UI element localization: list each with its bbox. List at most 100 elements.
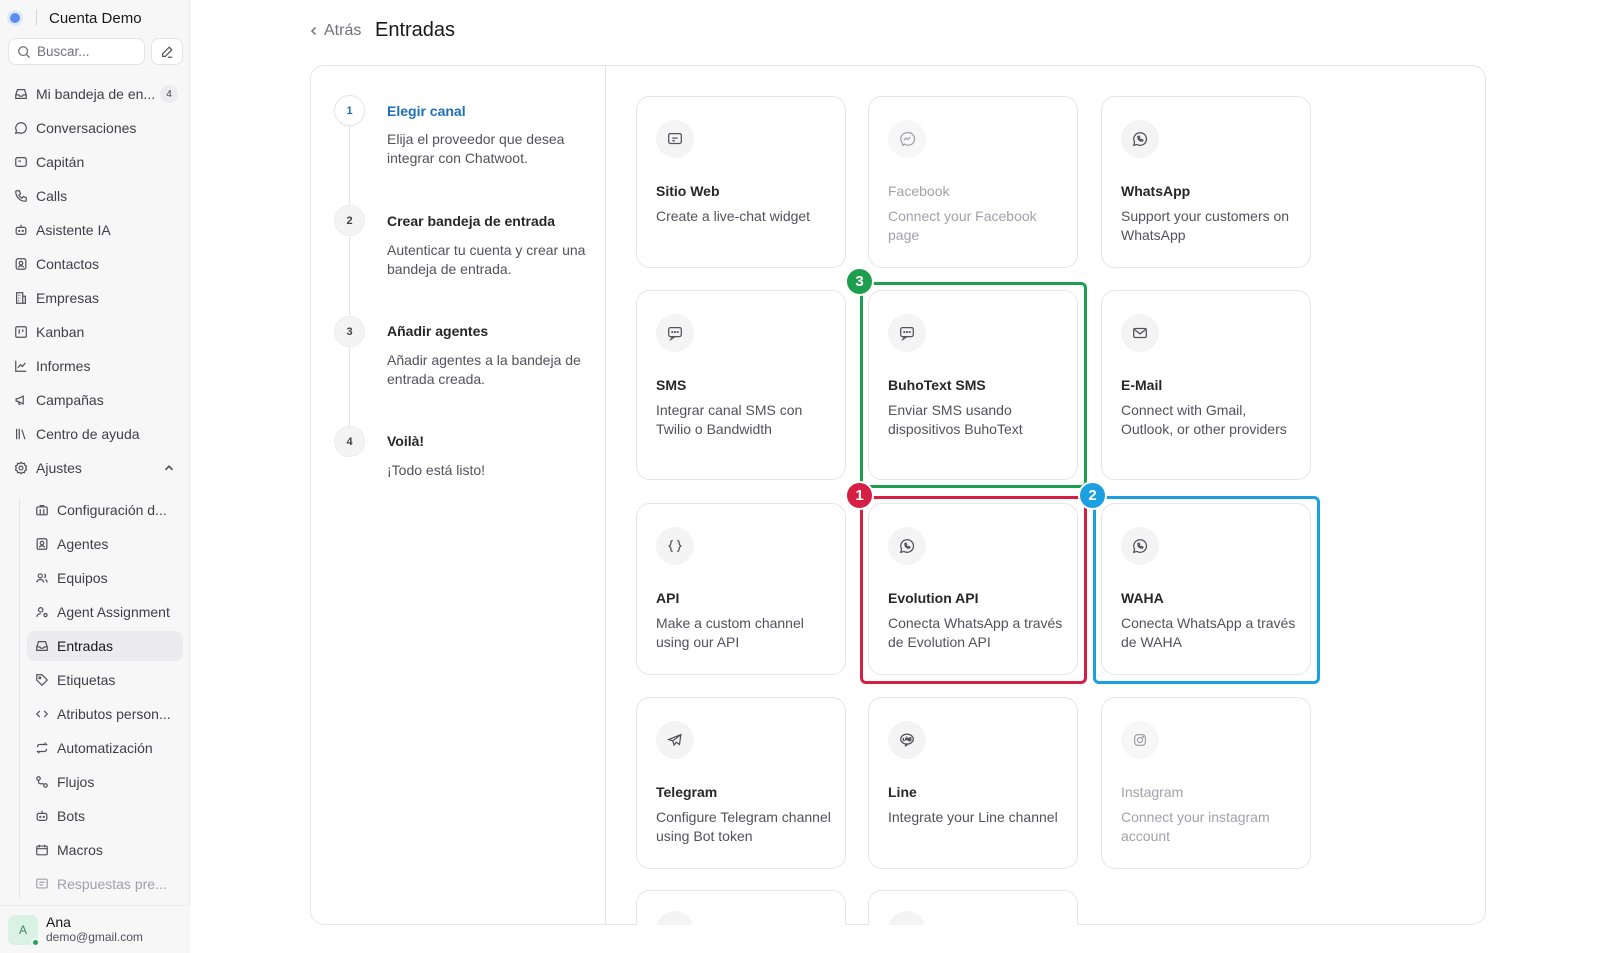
- channel-card-buhotext-sms[interactable]: BuhoText SMS Enviar SMS usando dispositi…: [868, 290, 1078, 480]
- back-button[interactable]: Atrás: [308, 22, 361, 40]
- channel-card-whatsapp[interactable]: WhatsApp Support your customers on Whats…: [1101, 96, 1311, 268]
- sidebar-item-agent-assignment[interactable]: Agent Assignment: [27, 597, 183, 627]
- step-title: Añadir agentes: [387, 323, 489, 339]
- sidebar-item-bots[interactable]: Bots: [27, 801, 183, 831]
- channel-card-facebook[interactable]: Facebook Connect your Facebook page: [868, 96, 1078, 268]
- channel-card-evolution-api[interactable]: Evolution API Conecta WhatsApp a través …: [868, 503, 1078, 675]
- canned-response-icon: [36, 878, 48, 889]
- sidebar-item-label: Flujos: [57, 774, 95, 790]
- channel-card-partial[interactable]: [636, 890, 846, 925]
- sidebar-item-label: Kanban: [36, 324, 85, 340]
- annotation-marker-1: 1: [845, 481, 874, 510]
- step-number: 4: [334, 426, 365, 457]
- channel-description: Make a custom channel using our API: [656, 615, 804, 650]
- sidebar-item-label: Mi bandeja de en...: [36, 86, 156, 102]
- sidebar-item-label: Macros: [57, 842, 103, 858]
- sidebar-item-reports[interactable]: Informes: [8, 351, 184, 381]
- back-label: Atrás: [324, 22, 362, 39]
- sidebar-item-campaigns[interactable]: Campañas: [8, 385, 184, 415]
- sidebar-item-inboxes[interactable]: Entradas: [27, 631, 183, 661]
- channel-card-telegram[interactable]: Telegram Configure Telegram channel usin…: [636, 697, 846, 869]
- channel-title: Instagram: [1121, 784, 1184, 800]
- channel-description: Connect your Facebook page: [888, 208, 1037, 243]
- sidebar-item-ai-assistant[interactable]: Asistente IA: [8, 215, 184, 245]
- instagram-icon: [1121, 721, 1159, 759]
- channel-card-website[interactable]: Sitio Web Create a live-chat widget: [636, 96, 846, 268]
- sidebar-item-companies[interactable]: Empresas: [8, 283, 184, 313]
- divider: [36, 10, 37, 26]
- channel-card-instagram[interactable]: Instagram Connect your instagram account: [1101, 697, 1311, 869]
- chart-line-icon: [15, 360, 27, 372]
- briefcase-icon: [36, 505, 48, 516]
- unread-count-badge: 4: [160, 85, 178, 103]
- messenger-icon: [888, 120, 926, 158]
- channel-title: Sitio Web: [656, 183, 720, 199]
- agent-card-icon: [36, 538, 48, 550]
- search-input[interactable]: Buscar...: [8, 38, 145, 65]
- sidebar-item-custom-attributes[interactable]: Atributos person...: [27, 699, 183, 729]
- channel-title: BuhoText SMS: [888, 377, 986, 393]
- sidebar-item-label: Agentes: [57, 536, 109, 552]
- sidebar-item-label: Calls: [36, 188, 68, 204]
- voice-channel-icon: [888, 911, 926, 925]
- chevron-up-icon: [164, 465, 174, 471]
- sidebar-item-automation[interactable]: Automatización: [27, 733, 183, 763]
- captain-icon: [15, 157, 27, 167]
- sidebar: Cuenta Demo Buscar... Mi bandeja de en..…: [0, 0, 190, 953]
- channel-description: Integrate your Line channel: [888, 809, 1058, 825]
- sidebar-item-label: Agent Assignment: [57, 604, 170, 620]
- sidebar-item-agents[interactable]: Agentes: [27, 529, 183, 559]
- sidebar-item-settings[interactable]: Ajustes: [8, 453, 184, 483]
- step-number: 3: [334, 316, 365, 347]
- sidebar-item-labels[interactable]: Etiquetas: [27, 665, 183, 695]
- sidebar-item-help-center[interactable]: Centro de ayuda: [8, 419, 184, 449]
- sidebar-item-account-settings[interactable]: Configuración d...: [27, 495, 183, 525]
- channel-title: Evolution API: [888, 590, 979, 606]
- online-status-dot: [31, 937, 40, 947]
- inbox-icon: [36, 641, 48, 651]
- sidebar-item-conversations[interactable]: Conversaciones: [8, 113, 184, 143]
- account-name: Cuenta Demo: [49, 9, 142, 27]
- channel-card-waha[interactable]: WAHA Conecta WhatsApp a través de WAHA: [1101, 503, 1311, 675]
- account-switcher[interactable]: Cuenta Demo: [10, 8, 142, 28]
- user-email: demo@gmail.com: [46, 929, 143, 944]
- sidebar-item-label: Capitán: [36, 154, 85, 170]
- settings-tree-line: [19, 498, 20, 898]
- channel-card-line[interactable]: Line Integrate your Line channel: [868, 697, 1078, 869]
- sidebar-item-my-inbox[interactable]: Mi bandeja de en... 4: [8, 79, 184, 109]
- channel-description: Connect with Gmail, Outlook, or other pr…: [1121, 402, 1287, 437]
- avatar-initial: A: [18, 922, 27, 937]
- sidebar-item-label: Equipos: [57, 570, 108, 586]
- channel-description: Create a live-chat widget: [656, 208, 811, 224]
- step-description: Elija el proveedor que desea integrar co…: [387, 131, 565, 166]
- sidebar-item-label: Asistente IA: [36, 222, 111, 238]
- sidebar-item-label: Bots: [57, 808, 86, 824]
- sidebar-item-label: Conversaciones: [36, 120, 137, 136]
- sms-icon: [656, 314, 694, 352]
- step-title: Crear bandeja de entrada: [387, 213, 556, 229]
- channel-card-api[interactable]: API Make a custom channel using our API: [636, 503, 846, 675]
- sidebar-item-calls[interactable]: Calls: [8, 181, 184, 211]
- channel-card-email[interactable]: E-Mail Connect with Gmail, Outlook, or o…: [1101, 290, 1311, 480]
- channel-description: Support your customers on WhatsApp: [1121, 208, 1290, 243]
- flow-icon: [36, 776, 48, 788]
- sidebar-item-contacts[interactable]: Contactos: [8, 249, 184, 279]
- channel-card-partial[interactable]: [868, 890, 1078, 925]
- sidebar-item-flows[interactable]: Flujos: [27, 767, 183, 797]
- sidebar-item-captain[interactable]: Capitán: [8, 147, 184, 177]
- page-title: Entradas: [375, 19, 456, 41]
- channel-card-sms[interactable]: SMS Integrar canal SMS con Twilio o Band…: [636, 290, 846, 480]
- phone-icon: [15, 190, 27, 202]
- sidebar-item-kanban[interactable]: Kanban: [8, 317, 184, 347]
- voice-channel-icon: [656, 911, 694, 925]
- user-menu[interactable]: A Ana demo@gmail.com: [0, 905, 190, 953]
- sidebar-item-macros[interactable]: Macros: [27, 835, 183, 865]
- step-description: ¡Todo está listo!: [387, 462, 486, 478]
- sidebar-item-teams[interactable]: Equipos: [27, 563, 183, 593]
- library-icon: [16, 428, 26, 440]
- sidebar-item-label: Campañas: [36, 392, 104, 408]
- compose-button[interactable]: [151, 38, 183, 65]
- sidebar-item-canned-responses[interactable]: Respuestas pre...: [27, 869, 183, 899]
- channel-title: Telegram: [656, 784, 718, 800]
- channel-description: Integrar canal SMS con Twilio o Bandwidt…: [656, 402, 803, 437]
